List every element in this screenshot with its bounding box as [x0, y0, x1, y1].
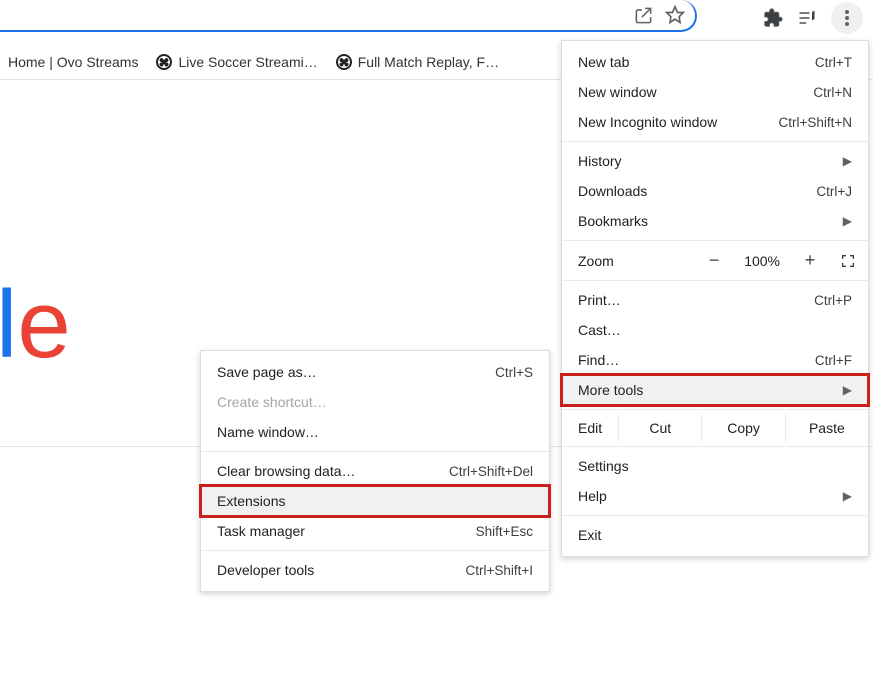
- menu-item-shortcut: Ctrl+J: [816, 184, 852, 199]
- submenu-item-clear-browsing-data[interactable]: Clear browsing data… Ctrl+Shift+Del: [201, 456, 549, 486]
- submenu-item-extensions[interactable]: Extensions: [201, 486, 549, 516]
- menu-item-cast[interactable]: Cast…: [562, 315, 868, 345]
- more-tools-submenu: Save page as… Ctrl+S Create shortcut… Na…: [200, 350, 550, 592]
- menu-separator: [201, 451, 549, 452]
- fullscreen-icon[interactable]: [840, 253, 856, 269]
- toolbar: [0, 0, 873, 36]
- menu-separator: [201, 550, 549, 551]
- edit-paste-button[interactable]: Paste: [785, 414, 868, 442]
- chrome-overflow-menu: New tab Ctrl+T New window Ctrl+N New Inc…: [561, 40, 869, 557]
- menu-item-help[interactable]: Help ▶: [562, 481, 868, 511]
- menu-item-shortcut: Ctrl+Shift+Del: [449, 464, 533, 479]
- menu-item-label: New tab: [578, 54, 629, 70]
- soccer-ball-icon: [156, 54, 172, 70]
- zoom-out-button[interactable]: −: [704, 250, 724, 271]
- share-icon[interactable]: [633, 5, 653, 25]
- menu-item-label: Exit: [578, 527, 601, 543]
- submenu-item-save-page[interactable]: Save page as… Ctrl+S: [201, 357, 549, 387]
- menu-item-settings[interactable]: Settings: [562, 451, 868, 481]
- menu-separator: [562, 409, 868, 410]
- menu-item-label: Task manager: [217, 523, 305, 539]
- google-logo-fragment: l e: [0, 270, 71, 380]
- zoom-level: 100%: [744, 253, 780, 269]
- omnibox[interactable]: [0, 0, 697, 32]
- menu-item-shortcut: Ctrl+Shift+N: [778, 115, 852, 130]
- menu-item-label: Developer tools: [217, 562, 314, 578]
- chevron-right-icon: ▶: [843, 489, 852, 503]
- menu-separator: [562, 446, 868, 447]
- menu-item-label: Bookmarks: [578, 213, 648, 229]
- menu-item-new-tab[interactable]: New tab Ctrl+T: [562, 47, 868, 77]
- menu-item-label: New Incognito window: [578, 114, 717, 130]
- bookmark-label: Home | Ovo Streams: [8, 54, 138, 70]
- menu-item-shortcut: Ctrl+Shift+I: [465, 563, 533, 578]
- menu-separator: [562, 240, 868, 241]
- menu-item-exit[interactable]: Exit: [562, 520, 868, 550]
- menu-item-print[interactable]: Print… Ctrl+P: [562, 285, 868, 315]
- edit-copy-button[interactable]: Copy: [701, 414, 784, 442]
- menu-item-label: Cast…: [578, 322, 621, 338]
- menu-item-shortcut: Ctrl+T: [815, 55, 852, 70]
- submenu-item-create-shortcut[interactable]: Create shortcut…: [201, 387, 549, 417]
- reading-list-icon[interactable]: [797, 8, 817, 28]
- menu-item-label: More tools: [578, 382, 643, 398]
- menu-item-find[interactable]: Find… Ctrl+F: [562, 345, 868, 375]
- menu-item-edit: Edit Cut Copy Paste: [562, 414, 868, 442]
- menu-item-label: Name window…: [217, 424, 319, 440]
- menu-item-new-window[interactable]: New window Ctrl+N: [562, 77, 868, 107]
- menu-item-label: Zoom: [578, 253, 614, 269]
- star-icon[interactable]: [665, 5, 685, 25]
- menu-item-shortcut: Ctrl+F: [815, 353, 852, 368]
- edit-cut-button[interactable]: Cut: [618, 414, 701, 442]
- menu-item-label: Extensions: [217, 493, 285, 509]
- submenu-item-developer-tools[interactable]: Developer tools Ctrl+Shift+I: [201, 555, 549, 585]
- bookmark-label: Full Match Replay, F…: [358, 54, 499, 70]
- chevron-right-icon: ▶: [843, 154, 852, 168]
- menu-item-label: Help: [578, 488, 607, 504]
- menu-item-shortcut: Ctrl+N: [813, 85, 852, 100]
- menu-item-history[interactable]: History ▶: [562, 146, 868, 176]
- menu-item-bookmarks[interactable]: Bookmarks ▶: [562, 206, 868, 236]
- menu-item-label: Edit: [562, 414, 618, 442]
- menu-item-label: Downloads: [578, 183, 647, 199]
- menu-item-shortcut: Ctrl+P: [814, 293, 852, 308]
- menu-item-shortcut: Ctrl+S: [495, 365, 533, 380]
- menu-separator: [562, 515, 868, 516]
- menu-item-label: Find…: [578, 352, 619, 368]
- menu-separator: [562, 141, 868, 142]
- puzzle-icon[interactable]: [763, 8, 783, 28]
- menu-item-label: History: [578, 153, 622, 169]
- bookmark-item[interactable]: Live Soccer Streami…: [156, 54, 317, 70]
- chevron-right-icon: ▶: [843, 214, 852, 228]
- menu-item-label: Print…: [578, 292, 621, 308]
- submenu-item-task-manager[interactable]: Task manager Shift+Esc: [201, 516, 549, 546]
- menu-item-label: Create shortcut…: [217, 394, 327, 410]
- menu-item-label: Clear browsing data…: [217, 463, 356, 479]
- menu-item-label: New window: [578, 84, 657, 100]
- menu-item-label: Save page as…: [217, 364, 317, 380]
- chevron-right-icon: ▶: [843, 383, 852, 397]
- bookmark-item[interactable]: Home | Ovo Streams: [8, 54, 138, 70]
- bookmark-item[interactable]: Full Match Replay, F…: [336, 54, 499, 70]
- soccer-ball-icon: [336, 54, 352, 70]
- bookmark-label: Live Soccer Streami…: [178, 54, 317, 70]
- logo-letter-l: l: [0, 270, 17, 380]
- logo-letter-e: e: [17, 270, 70, 380]
- menu-item-zoom: Zoom − 100% +: [562, 245, 868, 276]
- submenu-item-name-window[interactable]: Name window…: [201, 417, 549, 447]
- menu-item-shortcut: Shift+Esc: [476, 524, 533, 539]
- menu-item-downloads[interactable]: Downloads Ctrl+J: [562, 176, 868, 206]
- menu-item-new-incognito[interactable]: New Incognito window Ctrl+Shift+N: [562, 107, 868, 137]
- menu-item-label: Settings: [578, 458, 629, 474]
- chrome-menu-icon[interactable]: [831, 2, 863, 34]
- menu-separator: [562, 280, 868, 281]
- zoom-in-button[interactable]: +: [800, 250, 820, 271]
- menu-item-more-tools[interactable]: More tools ▶: [562, 375, 868, 405]
